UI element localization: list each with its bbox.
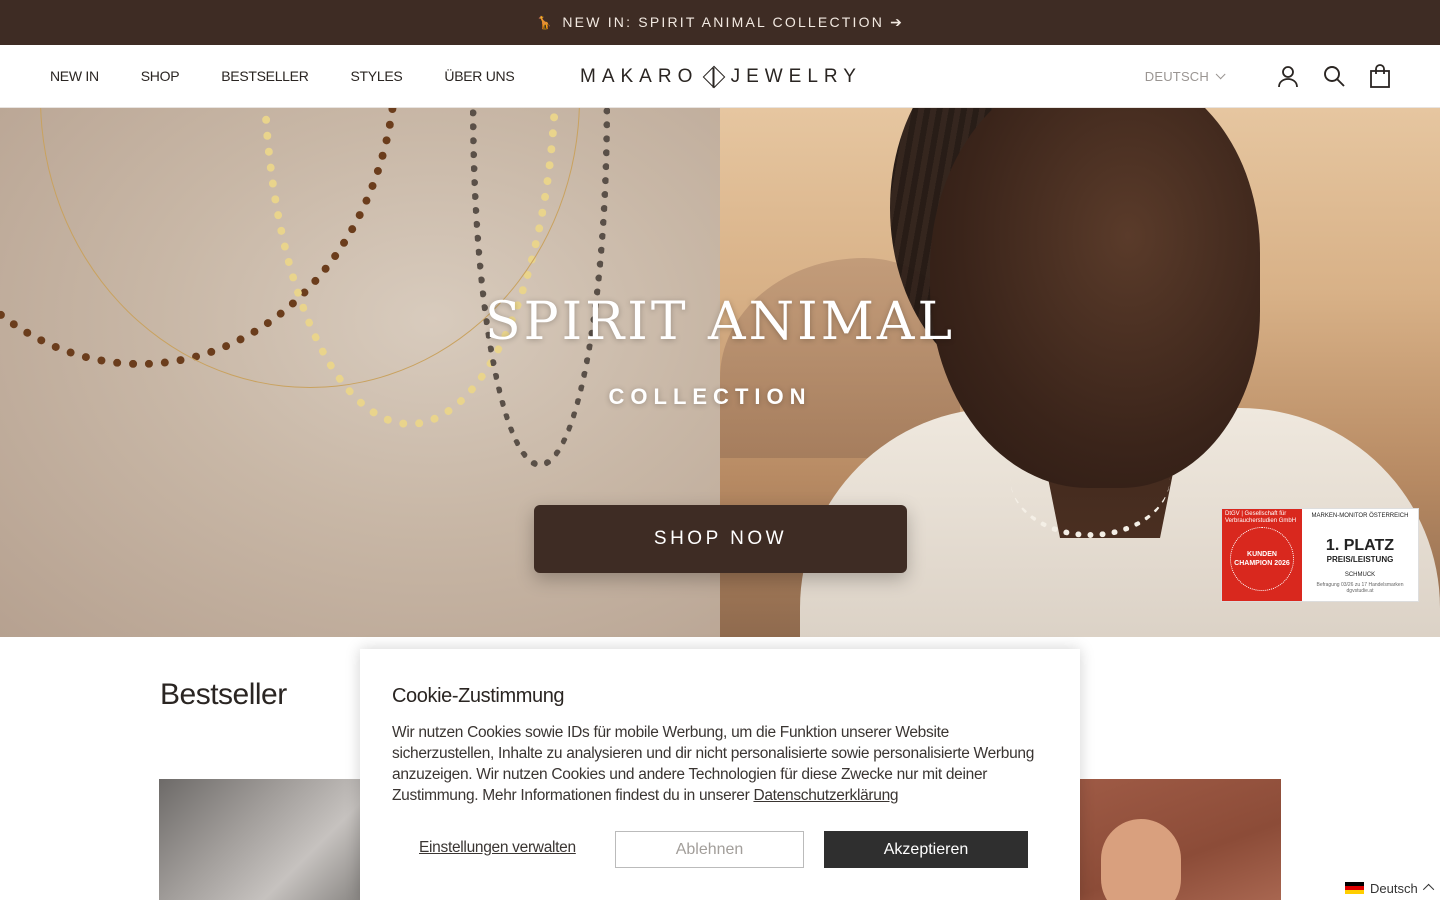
nav-about[interactable]: ÜBER UNS (444, 68, 514, 84)
award-category: PREIS/LEISTUNG (1326, 555, 1394, 564)
site-header: NEW IN SHOP BESTSELLER STYLES ÜBER UNS M… (0, 45, 1440, 108)
cookie-body: Wir nutzen Cookies sowie IDs für mobile … (392, 724, 1035, 804)
nav-bestseller[interactable]: BESTSELLER (221, 68, 309, 84)
award-seal: DtGV | Gesellschaft für Verbraucherstudi… (1222, 509, 1302, 601)
nav-new-in[interactable]: NEW IN (50, 68, 99, 84)
main-nav: NEW IN SHOP BESTSELLER STYLES ÜBER UNS (50, 45, 556, 107)
logo-diamond-icon (703, 65, 726, 89)
award-rank: 1. PLATZ (1325, 537, 1395, 554)
announcement-text: NEW IN: SPIRIT ANIMAL COLLECTION ➔ (562, 14, 905, 30)
cookie-consent-dialog: Cookie-Zustimmung Wir nutzen Cookies sow… (360, 649, 1080, 900)
language-label: DEUTSCH (1144, 68, 1209, 84)
chevron-down-icon (1215, 68, 1226, 79)
award-wreath-icon: KUNDEN CHAMPION 2026 (1230, 527, 1294, 591)
decline-button[interactable]: Ablehnen (615, 831, 804, 868)
shop-now-button[interactable]: SHOP NOW (534, 505, 907, 573)
award-title: KUNDEN CHAMPION 2026 (1234, 551, 1290, 567)
announcement-bar[interactable]: 🦒 NEW IN: SPIRIT ANIMAL COLLECTION ➔ (0, 0, 1440, 45)
hand-image (1101, 819, 1181, 900)
giraffe-icon: 🦒 (535, 14, 555, 30)
award-footnote: Befragung 03/26 zu 17 Handelsmarken dgvs… (1316, 582, 1404, 594)
privacy-policy-link[interactable]: Datenschutzerklärung (753, 787, 898, 804)
language-switcher-label: Deutsch (1370, 880, 1418, 896)
award-monitor: MARKEN-MONITOR ÖSTERREICH (1311, 513, 1409, 519)
nav-styles[interactable]: STYLES (351, 68, 403, 84)
award-org: DtGV | Gesellschaft für Verbraucherstudi… (1225, 511, 1297, 524)
language-switcher[interactable]: Deutsch (1345, 879, 1434, 897)
german-flag-icon (1345, 882, 1364, 894)
search-icon[interactable] (1322, 64, 1346, 88)
award-details: MARKEN-MONITOR ÖSTERREICH 1. PLATZ PREIS… (1302, 509, 1418, 601)
chevron-up-icon (1422, 883, 1434, 896)
cookie-text: Wir nutzen Cookies sowie IDs für mobile … (392, 722, 1052, 806)
cookie-title: Cookie-Zustimmung (392, 685, 565, 707)
manage-settings-link[interactable]: Einstellungen verwalten (419, 839, 576, 857)
hero-subtitle: COLLECTION (608, 384, 812, 409)
hero-title: SPIRIT ANIMAL (485, 292, 955, 352)
hero-banner[interactable]: SPIRIT ANIMAL COLLECTION SHOP NOW DtGV |… (0, 108, 1440, 637)
account-icon[interactable] (1276, 64, 1300, 88)
logo-word-left: MAKARO (580, 66, 699, 87)
flag-stripe (1345, 890, 1364, 894)
bestseller-heading: Bestseller (160, 678, 287, 711)
award-badge: DtGV | Gesellschaft für Verbraucherstudi… (1221, 508, 1419, 602)
accept-button[interactable]: Akzeptieren (824, 831, 1028, 868)
nav-shop[interactable]: SHOP (141, 68, 180, 84)
header-tools: DEUTSCH (1145, 45, 1392, 107)
cart-bag-icon[interactable] (1368, 64, 1392, 88)
product-image[interactable] (1080, 779, 1281, 900)
pearl-necklace (1010, 418, 1170, 538)
site-logo[interactable]: MAKARO JEWELRY (580, 63, 862, 91)
logo-word-right: JEWELRY (730, 66, 862, 87)
language-selector[interactable]: DEUTSCH (1144, 68, 1226, 84)
award-segment: SCHMUCK (1344, 572, 1376, 578)
product-image[interactable] (159, 779, 360, 900)
